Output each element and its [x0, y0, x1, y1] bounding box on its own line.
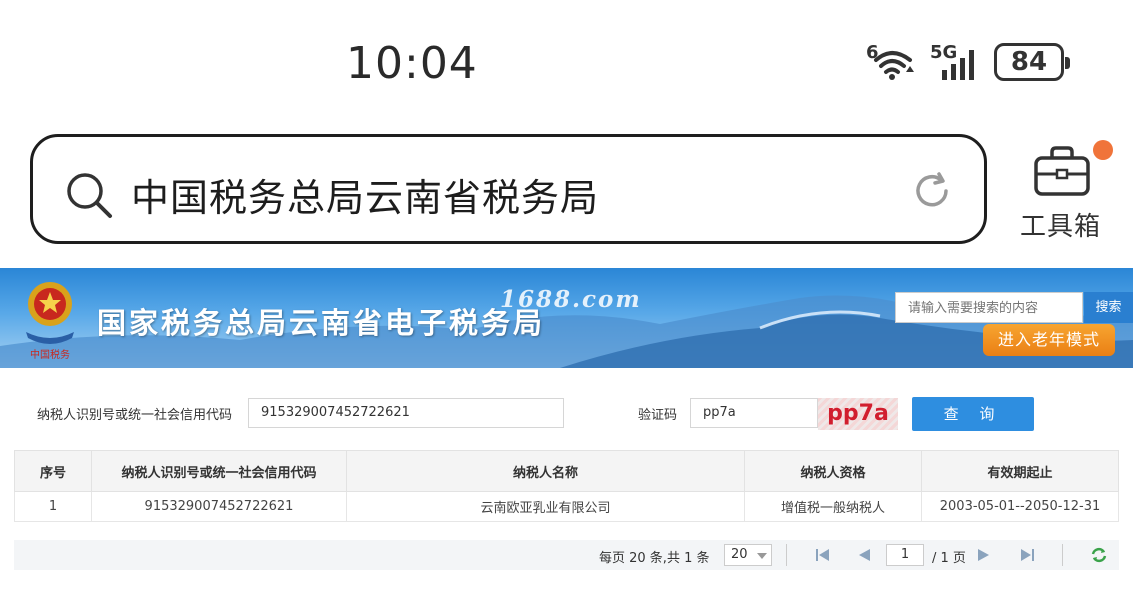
header-validity-period: 有效期起止	[921, 450, 1119, 492]
captcha-label: 验证码	[638, 408, 678, 423]
table-header-row: 序号 纳税人识别号或统一社会信用代码 纳税人名称 纳税人资格 有效期起止	[14, 450, 1119, 492]
search-query-text[interactable]: 中国税务总局云南省税务局	[131, 167, 599, 222]
elder-mode-button[interactable]: 进入老年模式	[983, 324, 1115, 356]
last-page-icon[interactable]	[1019, 548, 1035, 562]
header-taxpayer-qualification: 纳税人资格	[744, 450, 922, 492]
header-index: 序号	[14, 450, 92, 492]
refresh-icon[interactable]	[1090, 546, 1108, 564]
cell-taxpayer-id: 915329007452722621	[91, 491, 347, 522]
toolbox-button[interactable]: 工具箱	[1020, 140, 1113, 242]
prev-page-icon[interactable]	[857, 548, 871, 562]
browser-search-bar[interactable]: 中国税务总局云南省税务局	[30, 134, 987, 244]
site-banner: 中国税务 国家税务总局云南省电子税务局 1688.com 搜索 进入老年模式	[0, 268, 1133, 368]
status-time: 10:04	[346, 38, 478, 89]
battery-indicator: 84	[994, 43, 1070, 81]
site-title: 国家税务总局云南省电子税务局	[97, 306, 546, 340]
page-size-value: 20	[731, 547, 748, 562]
taxpayer-id-label: 纳税人识别号或统一社会信用代码	[37, 408, 233, 423]
captcha-input[interactable]: pp7a	[690, 398, 818, 428]
captcha-image[interactable]: pp7a	[818, 398, 898, 430]
divider	[1062, 544, 1063, 566]
svg-text:中国税务: 中国税务	[30, 348, 70, 361]
site-search-input[interactable]	[895, 292, 1083, 323]
cell-index: 1	[14, 491, 92, 522]
cell-taxpayer-name: 云南欧亚乳业有限公司	[346, 491, 745, 522]
wifi-icon: 6	[866, 42, 918, 82]
total-pages: / 1 页	[932, 551, 966, 566]
first-page-icon[interactable]	[815, 548, 831, 562]
pagination-bar: 每页 20 条,共 1 条 20 1 / 1 页	[14, 540, 1119, 570]
site-search-button[interactable]: 搜索	[1084, 292, 1133, 323]
toolbox-icon	[1034, 146, 1090, 196]
header-taxpayer-name: 纳税人名称	[346, 450, 745, 492]
watermark: 1688.com	[500, 286, 642, 313]
battery-level: 84	[1010, 47, 1048, 77]
divider	[786, 544, 787, 566]
results-table: 序号 纳税人识别号或统一社会信用代码 纳税人名称 纳税人资格 有效期起止 1 9…	[14, 450, 1119, 522]
toolbox-label: 工具箱	[1020, 212, 1102, 242]
tax-emblem-logo: 中国税务	[26, 282, 74, 361]
page-size-select[interactable]: 20	[724, 544, 772, 566]
table-row: 1 915329007452722621 云南欧亚乳业有限公司 增值税一般纳税人…	[14, 491, 1119, 522]
search-icon	[67, 173, 112, 218]
next-page-icon[interactable]	[977, 548, 991, 562]
cell-validity-period: 2003-05-01--2050-12-31	[921, 491, 1119, 522]
notification-dot	[1093, 140, 1113, 160]
page-summary: 每页 20 条,共 1 条	[599, 551, 710, 566]
query-button[interactable]: 查 询	[912, 397, 1034, 431]
reload-icon[interactable]	[910, 169, 954, 213]
cellular-icon: 5G	[928, 42, 984, 82]
chevron-down-icon	[757, 553, 767, 559]
cell-taxpayer-qualification: 增值税一般纳税人	[744, 491, 922, 522]
current-page-input[interactable]: 1	[886, 544, 924, 566]
status-icons: 6 5G 84	[866, 40, 1070, 84]
header-taxpayer-id: 纳税人识别号或统一社会信用代码	[91, 450, 347, 492]
taxpayer-id-input[interactable]: 915329007452722621	[248, 398, 564, 428]
